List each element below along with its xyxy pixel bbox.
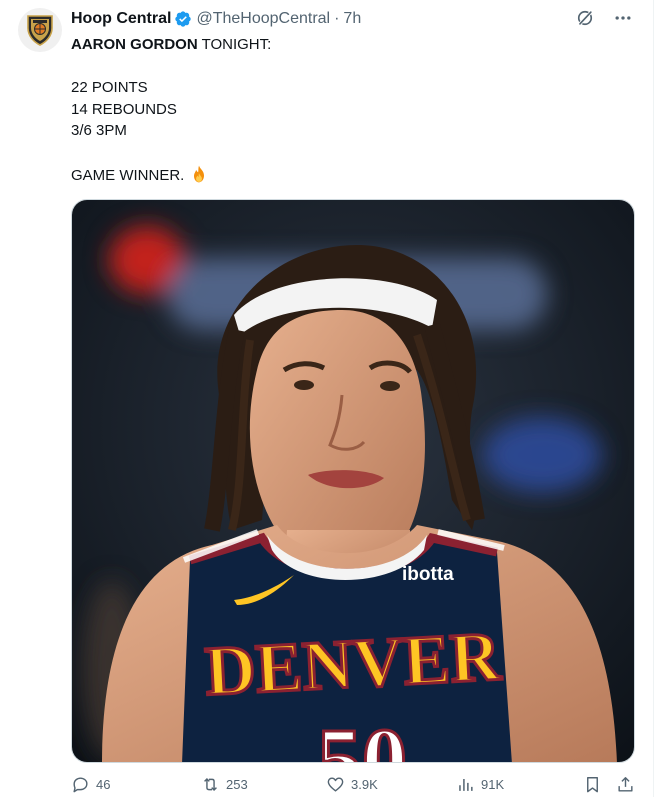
like-count: 3.9K — [351, 776, 378, 792]
like-button[interactable]: 3.9K — [326, 772, 378, 796]
tweet-card[interactable]: Hoop Central @TheHoopCentral · 7h AARON … — [0, 0, 654, 797]
separator-dot: · — [334, 10, 340, 27]
reply-count: 46 — [96, 776, 111, 792]
stat-threes: 3/6 3PM — [71, 122, 127, 140]
tweet-actions: 46 253 3.9K 91K — [71, 772, 635, 796]
stat-rebounds: 14 REBOUNDS — [71, 100, 177, 118]
tweet-line-closing: GAME WINNER. — [71, 164, 631, 187]
reply-icon — [73, 776, 88, 792]
tweet-line-title: AARON GORDON TONIGHT: — [71, 34, 631, 56]
closing-text: GAME WINNER. — [71, 166, 189, 184]
bookmark-button[interactable] — [583, 772, 602, 796]
jersey-team: DENVER — [203, 618, 504, 710]
jersey-sponsor: ibotta — [402, 564, 454, 585]
retweet-button[interactable]: 253 — [201, 772, 248, 796]
aaron-gordon-photo: ibotta DENVER 50 — [72, 200, 634, 763]
tweet-top-actions — [575, 8, 633, 28]
retweet-icon — [204, 777, 217, 791]
jersey-number: 50 — [317, 711, 407, 763]
bookmark-icon — [587, 776, 598, 792]
share-button[interactable] — [616, 772, 635, 796]
more-icon[interactable] — [613, 8, 633, 28]
verified-badge-icon — [175, 11, 192, 27]
fire-emoji-icon — [193, 165, 204, 182]
tweet-text: AARON GORDON TONIGHT: 22 POINTS 14 REBOU… — [71, 34, 631, 186]
retweet-count: 253 — [226, 776, 248, 792]
reply-button[interactable]: 46 — [71, 772, 110, 796]
grok-icon[interactable] — [575, 8, 595, 28]
author-avatar[interactable] — [18, 8, 62, 52]
author-handle[interactable]: @TheHoopCentral — [196, 10, 330, 28]
tweet-photo[interactable]: ibotta DENVER 50 — [71, 199, 635, 763]
views-count: 91K — [481, 776, 505, 792]
author-name[interactable]: Hoop Central — [71, 10, 171, 28]
player-name: AARON GORDON — [71, 36, 198, 53]
views-icon — [459, 778, 473, 791]
tweet-time[interactable]: 7h — [343, 10, 361, 28]
views-button[interactable]: 91K — [456, 772, 504, 796]
title-rest: TONIGHT: — [197, 36, 272, 53]
tweet-header: Hoop Central @TheHoopCentral · 7h — [71, 8, 361, 30]
hoop-central-logo — [27, 15, 53, 46]
heart-icon — [327, 776, 344, 792]
share-icon — [618, 776, 633, 792]
stat-points: 22 POINTS — [71, 79, 148, 97]
